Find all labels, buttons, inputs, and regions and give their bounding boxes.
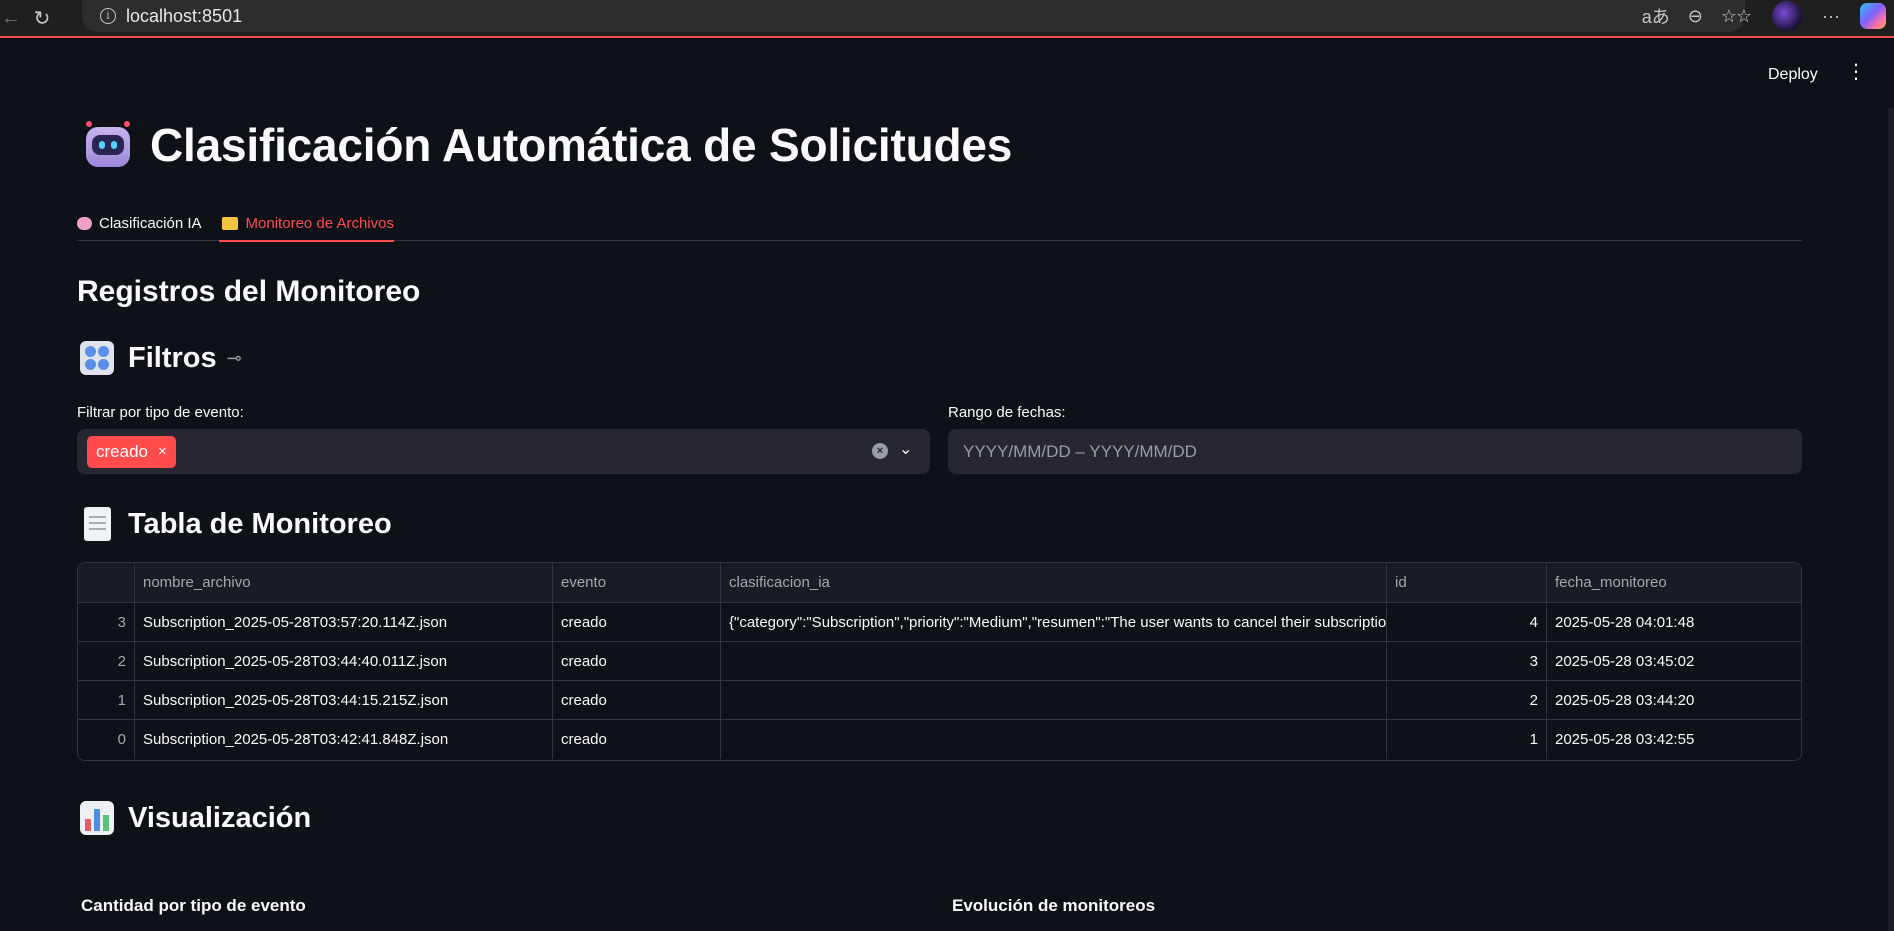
column-header[interactable]: clasificacion_ia (721, 563, 1387, 602)
tab-label: Clasificación IA (99, 214, 202, 232)
robot-icon (82, 119, 134, 171)
page-scrollbar[interactable] (1888, 108, 1894, 931)
page-title-row: Clasificación Automática de Solicitudes (82, 118, 1012, 172)
filters-heading: Filtros ⊸ (80, 341, 242, 375)
page-title: Clasificación Automática de Solicitudes (150, 119, 1013, 171)
cell-id[interactable]: 4 (1387, 603, 1547, 641)
document-icon (84, 507, 111, 541)
back-icon[interactable]: ← (0, 0, 22, 37)
cell-id[interactable]: 1 (1387, 720, 1547, 759)
folder-icon (221, 216, 238, 230)
column-header[interactable]: fecha_monitoreo (1547, 563, 1801, 602)
date-range-label: Rango de fechas: (948, 404, 1066, 421)
cell-clasificacion-ia[interactable] (721, 720, 1387, 759)
row-index: 3 (78, 603, 135, 641)
main-menu-icon[interactable]: ⋮ (1846, 62, 1866, 82)
chart-title-evolution: Evolución de monitoreos (952, 896, 1156, 915)
bar-chart-icon (80, 801, 114, 835)
row-index: 0 (78, 720, 135, 759)
cell-nombre-archivo[interactable]: Subscription_2025-05-28T03:44:40.011Z.js… (135, 642, 553, 680)
table-heading-text: Tabla de Monitoreo (128, 507, 392, 540)
tab-label: Monitoreo de Archivos (245, 214, 394, 232)
cell-nombre-archivo[interactable]: Subscription_2025-05-28T03:57:20.114Z.js… (135, 603, 553, 641)
column-header[interactable]: evento (553, 563, 721, 602)
zoom-out-icon[interactable]: ⊖ (1688, 6, 1703, 27)
tab-bar: Clasificación IA Monitoreo de Archivos (77, 205, 1802, 242)
cell-fecha-monitoreo[interactable]: 2025-05-28 04:01:48 (1547, 603, 1801, 641)
table-row[interactable]: 3 Subscription_2025-05-28T03:57:20.114Z.… (78, 603, 1801, 642)
url-text[interactable]: localhost:8501 (126, 6, 242, 27)
event-type-multiselect[interactable]: creado × × ⌄ (77, 429, 930, 474)
date-range-input[interactable]: YYYY/MM/DD – YYYY/MM/DD (948, 429, 1802, 474)
deploy-button[interactable]: Deploy (1768, 66, 1818, 84)
translate-icon[interactable]: aあ (1642, 3, 1670, 29)
table-row[interactable]: 2 Subscription_2025-05-28T03:44:40.011Z.… (78, 642, 1801, 681)
cell-nombre-archivo[interactable]: Subscription_2025-05-28T03:44:15.215Z.js… (135, 681, 553, 719)
cell-id[interactable]: 3 (1387, 642, 1547, 680)
selected-chip[interactable]: creado × (87, 435, 176, 468)
cell-id[interactable]: 2 (1387, 681, 1547, 719)
favorite-icon[interactable]: ☆ (1721, 6, 1737, 27)
copilot-icon[interactable] (1860, 3, 1886, 29)
reload-icon[interactable]: ↻ (22, 0, 62, 37)
table-row[interactable]: 1 Subscription_2025-05-28T03:44:15.215Z.… (78, 681, 1801, 720)
cell-fecha-monitoreo[interactable]: 2025-05-28 03:44:20 (1547, 681, 1801, 719)
column-header[interactable]: id (1387, 563, 1547, 602)
cell-clasificacion-ia[interactable] (721, 642, 1387, 680)
column-header[interactable]: nombre_archivo (135, 563, 553, 602)
info-icon[interactable]: i (100, 8, 116, 24)
row-index: 1 (78, 681, 135, 719)
column-header[interactable] (78, 563, 135, 602)
cell-nombre-archivo[interactable]: Subscription_2025-05-28T03:42:41.848Z.js… (135, 720, 553, 759)
chart-title-event-count: Cantidad por tipo de evento (81, 896, 306, 915)
filters-heading-text: Filtros (128, 341, 217, 374)
cell-evento[interactable]: creado (553, 681, 721, 719)
table-row[interactable]: 0 Subscription_2025-05-28T03:42:41.848Z.… (78, 720, 1801, 759)
anchor-link-icon[interactable]: ⊸ (227, 348, 242, 369)
cell-fecha-monitoreo[interactable]: 2025-05-28 03:42:55 (1547, 720, 1801, 759)
brain-icon (77, 216, 92, 230)
tab-monitoreo-archivos[interactable]: Monitoreo de Archivos (218, 205, 414, 242)
browser-toolbar: ← ↻ i localhost:8501 aあ ⊖ ☆ ☆ ··· (0, 0, 1894, 38)
row-index: 2 (78, 642, 135, 680)
cell-fecha-monitoreo[interactable]: 2025-05-28 03:45:02 (1547, 642, 1801, 680)
visualization-heading: Visualización (80, 801, 311, 835)
chevron-down-icon[interactable]: ⌄ (899, 439, 912, 459)
profile-avatar[interactable] (1772, 1, 1803, 31)
cell-evento[interactable]: creado (553, 720, 721, 759)
monitoring-table[interactable]: nombre_archivo evento clasificacion_ia i… (77, 562, 1802, 761)
tab-clasificacion-ia[interactable]: Clasificación IA (77, 205, 222, 241)
control-knobs-icon (80, 341, 114, 375)
more-icon[interactable]: ··· (1822, 6, 1840, 27)
chip-remove-icon[interactable]: × (158, 443, 167, 460)
cell-clasificacion-ia[interactable]: {"category":"Subscription","priority":"M… (721, 603, 1387, 641)
clear-all-icon[interactable]: × (872, 443, 888, 459)
table-header-row: nombre_archivo evento clasificacion_ia i… (78, 563, 1801, 603)
section-title: Registros del Monitoreo (77, 275, 421, 308)
address-bar[interactable]: i localhost:8501 aあ ⊖ ☆ (82, 0, 1745, 32)
cell-evento[interactable]: creado (553, 642, 721, 680)
cell-clasificacion-ia[interactable] (721, 681, 1387, 719)
chip-label: creado (96, 441, 148, 461)
event-filter-label: Filtrar por tipo de evento: (77, 404, 244, 421)
cell-evento[interactable]: creado (553, 603, 721, 641)
table-heading: Tabla de Monitoreo (80, 507, 392, 541)
visualization-heading-text: Visualización (128, 801, 312, 834)
favorites-list-icon[interactable]: ☆ (1736, 6, 1752, 27)
